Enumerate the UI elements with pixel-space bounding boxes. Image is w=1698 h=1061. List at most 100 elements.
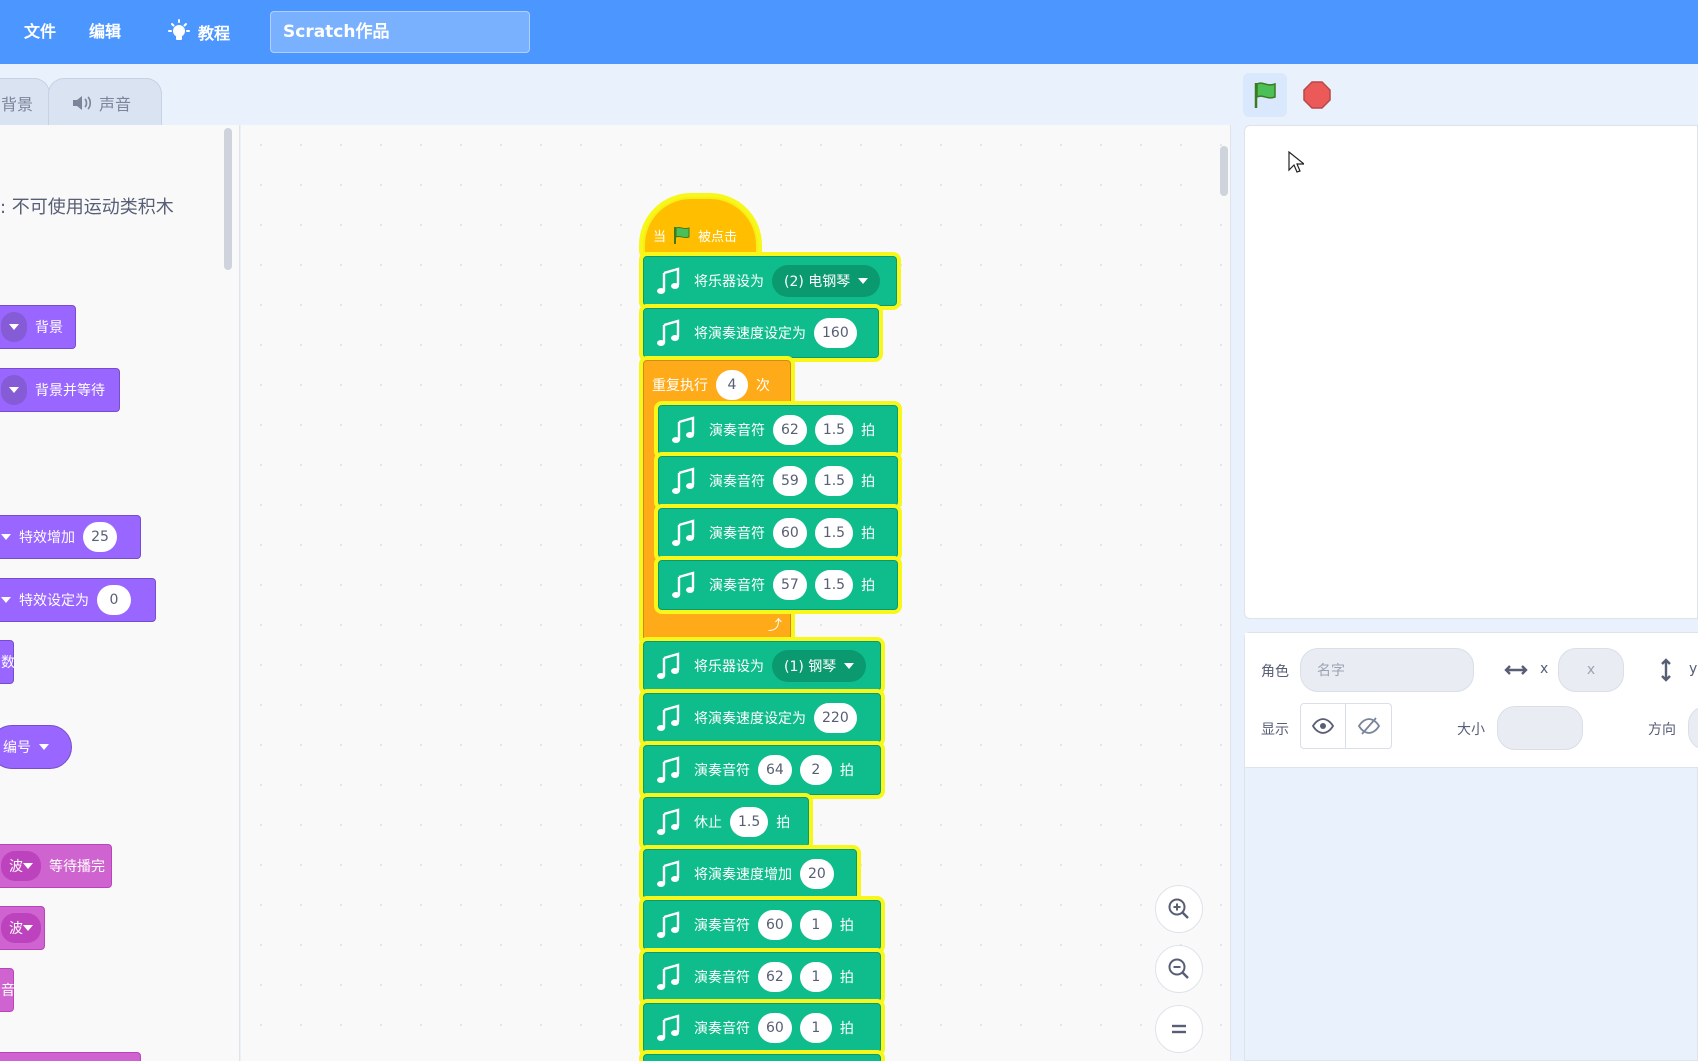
y-label: y (1689, 661, 1698, 677)
play-note-label: 演奏音符 (709, 474, 765, 490)
play-note-block[interactable]: 演奏音符 57 1.5 拍 (658, 560, 898, 610)
play-note-block-partial[interactable] (643, 1054, 881, 1061)
menu-tutorials[interactable]: 教程 (166, 18, 230, 46)
palette-switch-backdrop-wait-label: 背景并等待 (35, 383, 105, 399)
palette-block-partial[interactable] (0, 1052, 141, 1061)
music-icon (657, 860, 680, 887)
menu-edit[interactable]: 编辑 (89, 20, 121, 44)
instrument-dropdown[interactable]: (2) 电钢琴 (772, 265, 881, 297)
tab-backdrops[interactable]: 背景 (0, 78, 50, 126)
music-icon (657, 963, 680, 990)
play-note-block[interactable]: 演奏音符 59 1.5 拍 (658, 456, 898, 506)
set-instrument-block[interactable]: 将乐器设为 (1) 钢琴 (643, 641, 881, 691)
play-note-label: 演奏音符 (709, 526, 765, 542)
visibility-toggle (1300, 703, 1392, 749)
change-tempo-input[interactable]: 20 (800, 859, 834, 889)
beats-input[interactable]: 1 (799, 962, 832, 992)
speaker-icon (73, 95, 92, 110)
instrument-dropdown-value: (2) 电钢琴 (784, 274, 851, 290)
beats-input[interactable]: 1.5 (814, 518, 854, 548)
palette-block-switch-backdrop[interactable]: 背景 (0, 305, 76, 349)
set-tempo-block[interactable]: 将演奏速度设定为 160 (643, 308, 879, 358)
note-input[interactable]: 59 (773, 466, 807, 496)
direction-label: 方向 (1648, 722, 1676, 738)
set-instrument-block[interactable]: 将乐器设为 (2) 电钢琴 (643, 256, 897, 306)
palette-block-switch-backdrop-wait[interactable]: 背景并等待 (0, 368, 120, 412)
tempo-input[interactable]: 220 (814, 703, 857, 733)
zoom-out-button[interactable] (1155, 945, 1203, 993)
note-input[interactable]: 62 (758, 962, 792, 992)
rest-block[interactable]: 休止 1.5 拍 (643, 797, 809, 847)
sound-dropdown[interactable]: 波 (1, 851, 41, 881)
rest-beats-input[interactable]: 1.5 (730, 807, 769, 837)
play-note-block[interactable]: 演奏音符 62 1 拍 (643, 952, 881, 1002)
stage-controls (1243, 73, 1339, 117)
set-tempo-label: 将演奏速度设定为 (694, 326, 806, 342)
project-title-input[interactable]: Scratch作品 (270, 11, 530, 53)
play-note-block[interactable]: 演奏音符 60 1.5 拍 (658, 508, 898, 558)
chevron-down-icon (1, 534, 11, 540)
change-tempo-block[interactable]: 将演奏速度增加 20 (643, 849, 857, 899)
palette-play-until-done-label: 等待播完 (49, 859, 105, 875)
play-note-block[interactable]: 演奏音符 60 1 拍 (643, 1003, 881, 1053)
beats-input[interactable]: 2 (799, 755, 832, 785)
palette-block-stop-sounds[interactable]: 音 (0, 968, 15, 1012)
palette-number-fragment-label: 数 (1, 655, 15, 671)
stop-button[interactable] (1295, 73, 1339, 117)
play-note-block[interactable]: 演奏音符 64 2 拍 (643, 745, 881, 795)
change-tempo-label: 将演奏速度增加 (694, 867, 792, 883)
palette-stop-sounds-label: 音 (1, 983, 15, 999)
backdrop-dropdown[interactable] (1, 312, 27, 342)
play-note-label: 演奏音符 (694, 918, 750, 934)
script-area-scrollbar[interactable] (1220, 146, 1228, 196)
sprite-name-input[interactable]: 名字 (1300, 648, 1474, 692)
green-flag-button[interactable] (1243, 73, 1287, 117)
palette-block-start-sound[interactable]: 波 (0, 906, 45, 950)
backdrop-wait-dropdown[interactable] (1, 375, 27, 405)
set-tempo-block[interactable]: 将演奏速度设定为 220 (643, 693, 881, 743)
stage-canvas[interactable] (1244, 125, 1698, 619)
instrument-dropdown[interactable]: (1) 钢琴 (772, 650, 867, 682)
beats-input[interactable]: 1.5 (814, 570, 854, 600)
note-input[interactable]: 62 (773, 415, 807, 445)
menu-file[interactable]: 文件 (24, 20, 56, 44)
palette-block-change-effect[interactable]: 特效增加 25 (0, 515, 141, 559)
palette-block-play-sound-until-done[interactable]: 波 等待播完 (0, 844, 112, 888)
set-effect-input[interactable]: 0 (97, 585, 131, 615)
change-effect-input[interactable]: 25 (83, 522, 117, 552)
hide-sprite-button[interactable] (1346, 704, 1391, 748)
repeat-times-input[interactable]: 4 (716, 370, 748, 400)
start-sound-dropdown-label: 波 (9, 921, 23, 937)
beats-input[interactable]: 1.5 (814, 466, 854, 496)
start-sound-dropdown[interactable]: 波 (1, 913, 41, 943)
zoom-in-button[interactable] (1155, 885, 1203, 933)
rest-label: 休止 (694, 815, 722, 831)
show-sprite-button[interactable] (1301, 704, 1347, 748)
zoom-reset-button[interactable] (1155, 1005, 1203, 1053)
note-input[interactable]: 60 (773, 518, 807, 548)
palette-block-set-effect[interactable]: 特效设定为 0 (0, 578, 156, 622)
palette-block-costume-number[interactable]: 编号 (0, 725, 72, 769)
tempo-input[interactable]: 160 (814, 318, 857, 348)
chevron-down-icon (844, 663, 855, 669)
arrows-horizontal-icon (1504, 665, 1528, 675)
tab-sounds[interactable]: 声音 (48, 78, 162, 126)
beats-input[interactable]: 1.5 (814, 415, 854, 445)
beats-unit: 拍 (861, 526, 876, 542)
palette-block-number-fragment[interactable]: 数 (0, 640, 15, 684)
chevron-down-icon (23, 925, 33, 931)
note-input[interactable]: 60 (758, 1013, 792, 1043)
eye-off-icon (1357, 717, 1380, 735)
note-input[interactable]: 64 (758, 755, 792, 785)
palette-scrollbar[interactable] (224, 128, 232, 270)
size-input[interactable] (1497, 706, 1583, 750)
size-label: 大小 (1457, 722, 1485, 738)
note-input[interactable]: 57 (773, 570, 807, 600)
music-icon (657, 652, 680, 679)
note-input[interactable]: 60 (758, 910, 792, 940)
play-note-block[interactable]: 演奏音符 60 1 拍 (643, 900, 881, 950)
beats-input[interactable]: 1 (799, 910, 832, 940)
beats-input[interactable]: 1 (799, 1013, 832, 1043)
x-input[interactable]: x (1558, 648, 1624, 692)
play-note-block[interactable]: 演奏音符 62 1.5 拍 (658, 405, 898, 455)
